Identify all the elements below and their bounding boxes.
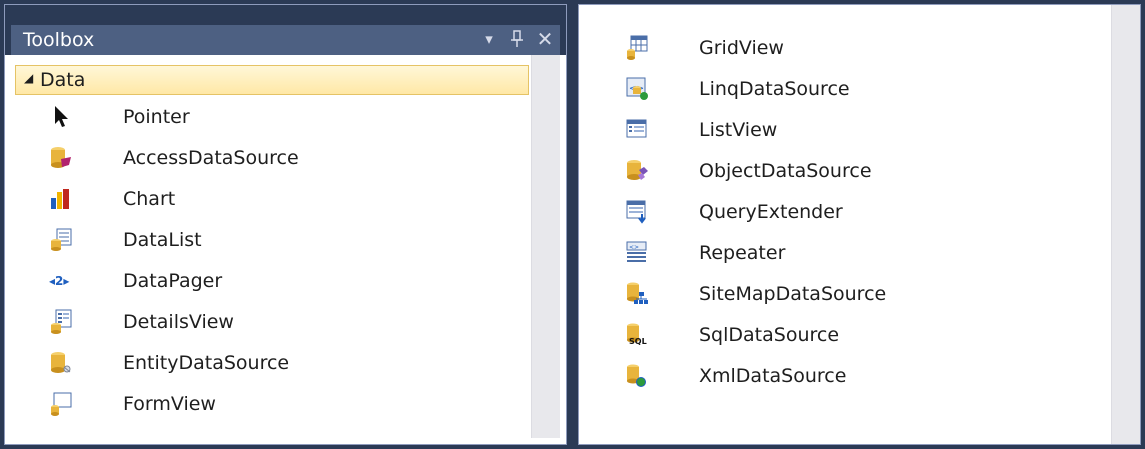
toolbox-item-listview[interactable]: ListView: [589, 111, 1112, 152]
toolbox-panel: Toolbox ▾ ✕ ◢ Data Pointer AccessDataSou…: [4, 4, 567, 445]
toolbox-panel-continued: GridView <> LinqDataSource: [578, 4, 1141, 445]
item-label: GridView: [699, 37, 784, 59]
close-icon[interactable]: ✕: [534, 27, 556, 51]
toolbox-title: Toolbox: [23, 29, 95, 51]
toolbox-item-objectdatasource[interactable]: ObjectDataSource: [589, 152, 1112, 193]
toolbox-content: GridView <> LinqDataSource: [589, 17, 1112, 434]
toolbox-item-gridview[interactable]: GridView: [589, 29, 1112, 70]
toolbox-item-list: Pointer AccessDataSource Chart DataList …: [11, 98, 531, 426]
access-datasource-icon: [49, 145, 73, 171]
formview-icon: [49, 391, 73, 417]
toolbox-item-datalist[interactable]: DataList: [11, 221, 531, 262]
item-label: XmlDataSource: [699, 365, 847, 387]
group-label: Data: [40, 69, 86, 91]
item-label: DataList: [123, 229, 202, 251]
vertical-scrollbar[interactable]: [1111, 5, 1140, 444]
chart-icon: [49, 186, 73, 212]
item-label: FormView: [123, 393, 216, 415]
listview-icon: [625, 117, 649, 143]
datalist-icon: [49, 227, 73, 253]
xml-datasource-icon: [625, 363, 649, 389]
toolbox-content: ◢ Data Pointer AccessDataSource Chart Da…: [11, 58, 531, 434]
item-label: DetailsView: [123, 311, 234, 333]
toolbox-item-repeater[interactable]: <> Repeater: [589, 234, 1112, 275]
object-datasource-icon: [625, 158, 649, 184]
toolbox-item-xmldatasource[interactable]: XmlDataSource: [589, 357, 1112, 398]
item-label: Chart: [123, 188, 176, 210]
expand-arrow-icon[interactable]: ◢: [24, 71, 33, 85]
toolbox-item-chart[interactable]: Chart: [11, 180, 531, 221]
toolbox-item-detailsview[interactable]: DetailsView: [11, 303, 531, 344]
item-label: AccessDataSource: [123, 147, 299, 169]
toolbox-header: Toolbox ▾ ✕: [11, 25, 560, 55]
item-label: DataPager: [123, 270, 223, 292]
vertical-scrollbar[interactable]: [531, 55, 560, 438]
toolbox-item-sitemapdatasource[interactable]: SiteMapDataSource: [589, 275, 1112, 316]
pin-icon[interactable]: [506, 27, 528, 51]
item-label: EntityDataSource: [123, 352, 290, 374]
toolbox-item-formview[interactable]: FormView: [11, 385, 531, 426]
item-label: SqlDataSource: [699, 324, 840, 346]
toolbox-item-datapager[interactable]: ◂2▸ DataPager: [11, 262, 531, 303]
linq-datasource-icon: <>: [625, 76, 649, 102]
item-label: QueryExtender: [699, 201, 843, 223]
toolbox-titlebar: Toolbox ▾ ✕: [5, 5, 566, 55]
repeater-icon: <>: [625, 240, 649, 266]
item-label: ListView: [699, 119, 778, 141]
pointer-icon: [49, 104, 73, 130]
detailsview-icon: [49, 309, 73, 335]
item-label: LinqDataSource: [699, 78, 850, 100]
item-label: ObjectDataSource: [699, 160, 872, 182]
item-label: SiteMapDataSource: [699, 283, 887, 305]
group-header-data[interactable]: ◢ Data: [15, 65, 529, 95]
sql-glyph: SQL: [629, 337, 647, 346]
toolbox-item-entitydatasource[interactable]: EntityDataSource: [11, 344, 531, 385]
svg-text:<>: <>: [629, 244, 639, 251]
item-label: Repeater: [699, 242, 786, 264]
item-label: Pointer: [123, 106, 190, 128]
gridview-icon: [625, 35, 649, 61]
datapager-icon: ◂2▸: [49, 274, 70, 288]
toolbox-item-list: GridView <> LinqDataSource: [589, 29, 1112, 398]
entity-datasource-icon: [49, 350, 73, 376]
sitemap-datasource-icon: [625, 281, 649, 307]
toolbox-item-linqdatasource[interactable]: <> LinqDataSource: [589, 70, 1112, 111]
queryextender-icon: [625, 199, 649, 225]
toolbox-item-accessdatasource[interactable]: AccessDataSource: [11, 139, 531, 180]
toolbox-item-sqldatasource[interactable]: SQL SqlDataSource: [589, 316, 1112, 357]
sql-datasource-icon: SQL: [625, 322, 649, 348]
toolbox-item-queryextender[interactable]: QueryExtender: [589, 193, 1112, 234]
toolbox-item-pointer[interactable]: Pointer: [11, 98, 531, 139]
dropdown-icon[interactable]: ▾: [478, 27, 500, 51]
